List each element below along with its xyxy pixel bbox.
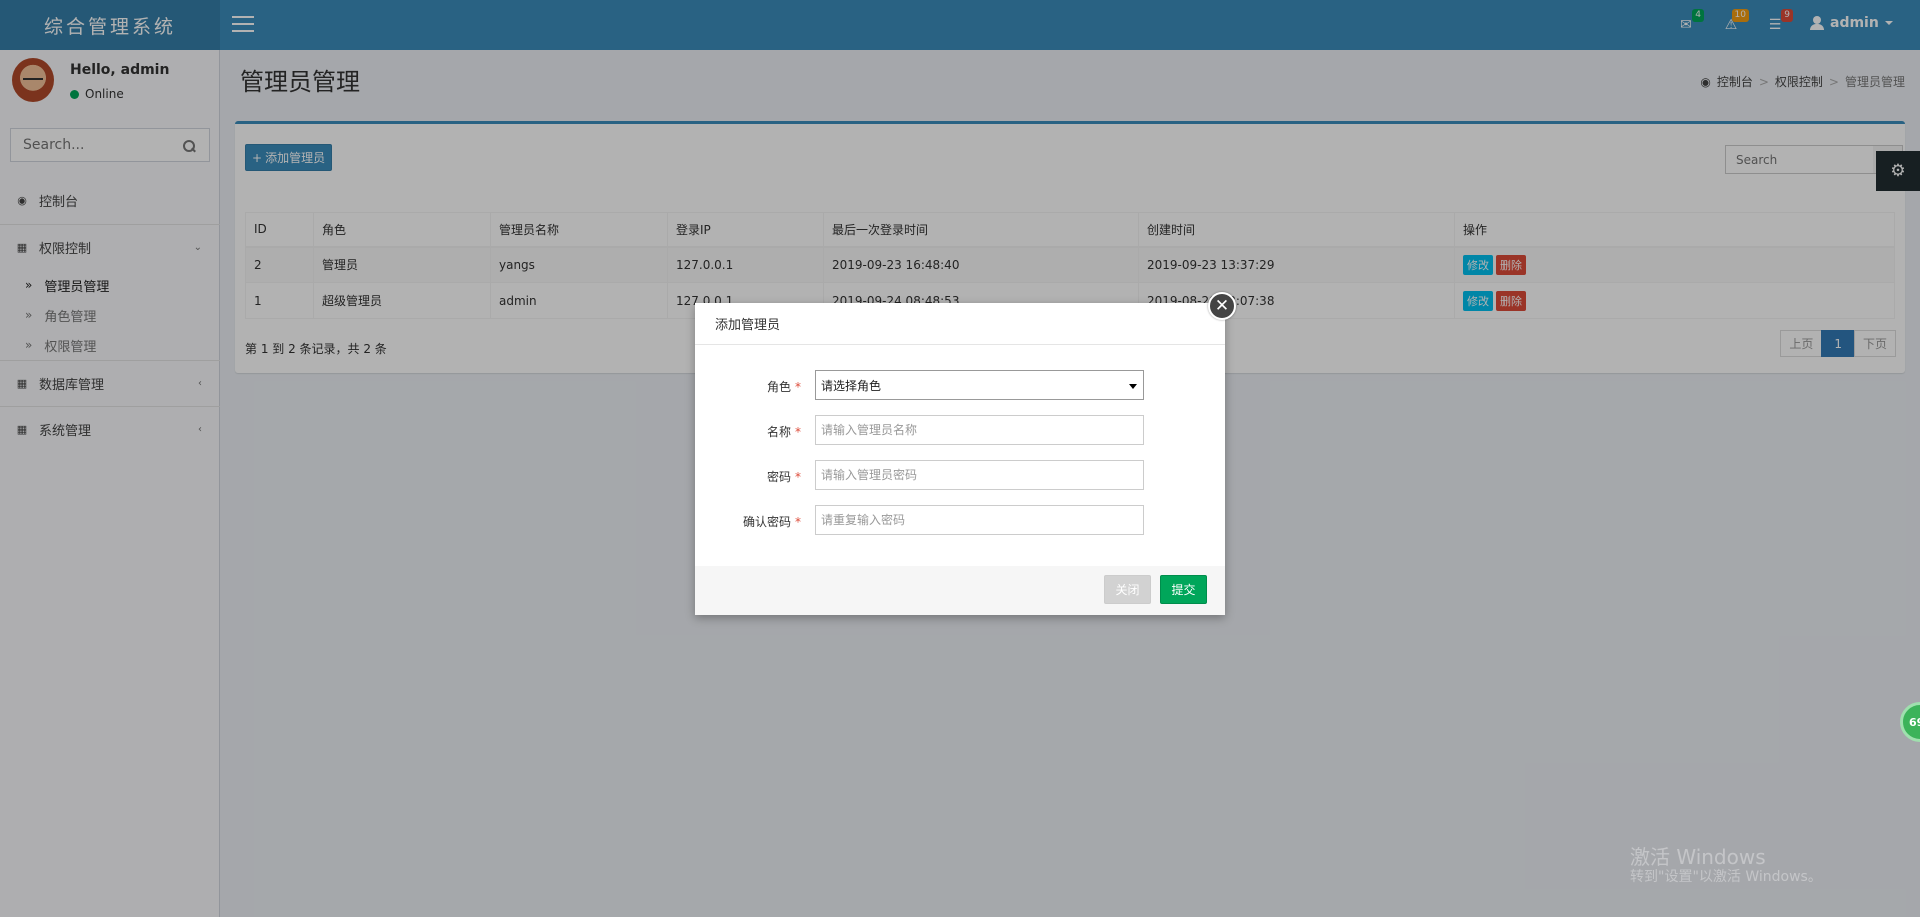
role-label: 角色 * <box>766 380 801 394</box>
confirm-password-input[interactable] <box>815 505 1144 535</box>
password-label: 密码 * <box>766 470 801 484</box>
modal-footer: 关闭 提交 <box>695 566 1225 615</box>
confirm-password-label: 确认密码 * <box>742 515 801 529</box>
watermark-line1: 激活 Windows <box>1630 845 1766 869</box>
role-row: 角色 * 请选择角色 <box>695 370 1225 402</box>
windows-activation-watermark: 激活 Windows 转到"设置"以激活 Windows。 <box>1630 846 1822 886</box>
role-select[interactable]: 请选择角色 <box>815 370 1144 400</box>
confirm-password-row: 确认密码 * <box>695 505 1225 537</box>
watermark-line2: 转到"设置"以激活 Windows。 <box>1630 869 1822 885</box>
role-select-value: 请选择角色 <box>821 378 882 393</box>
name-label: 名称 * <box>766 425 801 439</box>
modal-title: 添加管理员 <box>695 303 1225 345</box>
password-input[interactable] <box>815 460 1144 490</box>
name-input[interactable] <box>815 415 1144 445</box>
close-icon[interactable]: ✕ <box>1208 292 1236 320</box>
add-admin-modal: 添加管理员 ✕ 角色* 请选择角色 名称* 密码* 确认密码* 关闭 提交 <box>695 292 1236 615</box>
caret-down-icon <box>1129 384 1137 389</box>
submit-button[interactable]: 提交 <box>1160 575 1207 604</box>
password-row: 密码 * <box>695 460 1225 492</box>
close-button[interactable]: 关闭 <box>1104 575 1151 604</box>
name-row: 名称 * <box>695 415 1225 447</box>
